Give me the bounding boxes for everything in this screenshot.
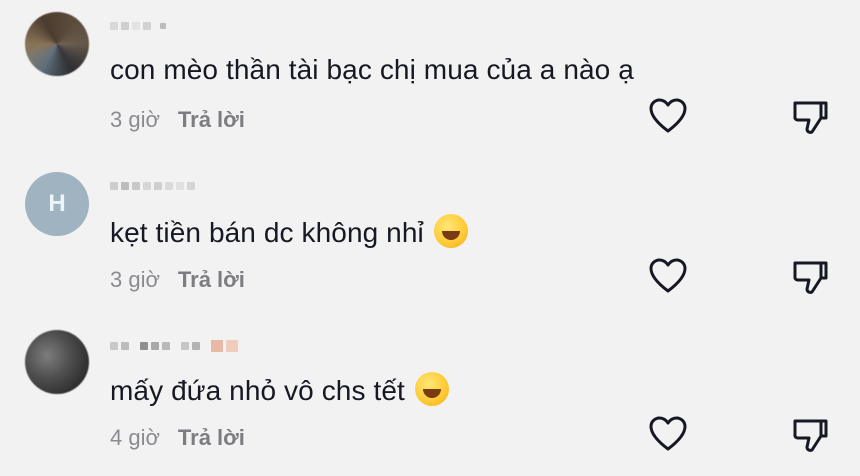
reply-button[interactable]: Trả lời	[178, 267, 245, 293]
reply-button[interactable]: Trả lời	[178, 107, 245, 133]
comment-text: con mèo thần tài bạc chị mua của a nào ạ	[110, 54, 634, 85]
heart-outline-icon[interactable]	[648, 97, 688, 135]
laugh-cry-emoji	[414, 372, 449, 406]
thumbs-down-outline-icon[interactable]	[791, 258, 829, 296]
reply-button[interactable]: Trả lời	[178, 425, 245, 451]
avatar[interactable]	[25, 12, 89, 76]
comment-time: 3 giờ	[110, 107, 160, 132]
username-blurred[interactable]	[110, 22, 166, 30]
comment-time: 3 giờ	[110, 267, 160, 292]
heart-outline-icon[interactable]	[648, 257, 688, 295]
comment-meta: 3 giờ Trả lời	[110, 267, 245, 293]
thumbs-down-outline-icon[interactable]	[791, 98, 829, 136]
comment-text-row: mấy đứa nhỏ vô chs tết	[110, 372, 449, 407]
comment-item: H kẹt tiền bán dc không nhỉ 3 giờ Trả lờ…	[0, 160, 860, 318]
avatar-initial: H	[48, 190, 66, 217]
avatar[interactable]: H	[25, 172, 89, 236]
comment-meta: 4 giờ Trả lời	[110, 425, 245, 451]
thumbs-down-outline-icon[interactable]	[791, 416, 829, 454]
heart-outline-icon[interactable]	[648, 415, 688, 453]
username-blurred[interactable]	[110, 182, 195, 190]
comment-text: mấy đứa nhỏ vô chs tết	[110, 375, 405, 406]
comment-item: con mèo thần tài bạc chị mua của a nào ạ…	[0, 0, 860, 158]
comment-meta: 3 giờ Trả lời	[110, 107, 245, 133]
avatar[interactable]	[25, 330, 89, 394]
comment-text-row: kẹt tiền bán dc không nhỉ	[110, 214, 468, 249]
username-blurred[interactable]	[110, 340, 238, 352]
comment-text: kẹt tiền bán dc không nhỉ	[110, 217, 424, 248]
sweat-smile-emoji	[433, 214, 468, 248]
comment-time: 4 giờ	[110, 425, 160, 450]
comment-item: mấy đứa nhỏ vô chs tết 4 giờ Trả lời	[0, 318, 860, 476]
